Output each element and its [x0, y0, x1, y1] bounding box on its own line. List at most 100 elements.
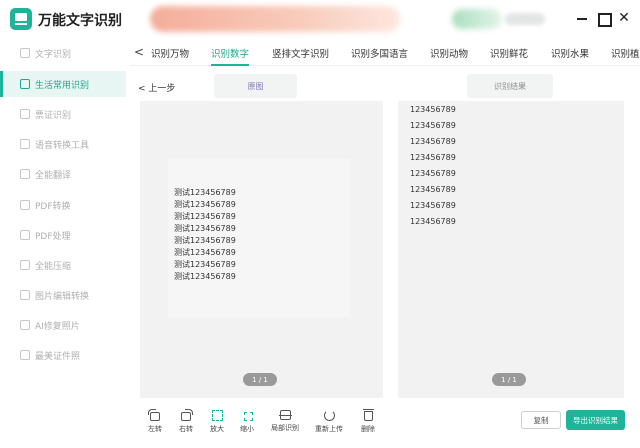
- result-panel[interactable]: 123456789 123456789 123456789 123456789 …: [398, 101, 624, 398]
- sidebar-item-label: 票证识别: [35, 110, 72, 121]
- text-recognition-icon: [20, 48, 30, 58]
- rotate-right-button[interactable]: 右转: [171, 409, 201, 434]
- sidebar-item-id-photo[interactable]: 最美证件照: [0, 342, 126, 368]
- result-page-indicator: 1 / 1: [492, 373, 526, 386]
- sidebar-item-label: 最美证件照: [35, 351, 81, 362]
- sidebar-item-label: 文字识别: [35, 49, 72, 60]
- document-line: 测试123456789: [174, 188, 236, 197]
- rotate-left-icon: [148, 409, 160, 421]
- result-line[interactable]: 123456789: [410, 185, 456, 194]
- result-line[interactable]: 123456789: [410, 217, 456, 226]
- maximize-icon[interactable]: [596, 11, 612, 27]
- user-info[interactable]: [505, 13, 545, 25]
- sidebar-item-voice-tools[interactable]: 语音转换工具: [0, 131, 126, 157]
- sidebar-item-label: 语音转换工具: [35, 140, 90, 151]
- ticket-icon: [20, 109, 30, 119]
- tab-recognize-plants[interactable]: 识别植: [611, 46, 640, 60]
- zoom-out-button[interactable]: 缩小: [232, 410, 262, 434]
- sidebar-item-label: 全能翻译: [35, 170, 72, 181]
- tool-label: 左转: [148, 425, 162, 433]
- export-results-button[interactable]: 导出识别结果: [566, 410, 625, 430]
- original-document-image: 测试123456789 测试123456789 测试123456789 测试12…: [168, 159, 350, 317]
- promo-banner[interactable]: [150, 6, 400, 32]
- result-line[interactable]: 123456789: [410, 121, 456, 130]
- tab-multi-language[interactable]: 识别多国语言: [351, 46, 408, 60]
- tool-label: 局部识别: [271, 424, 299, 432]
- original-image-panel[interactable]: 测试123456789 测试123456789 测试123456789 测试12…: [140, 101, 383, 398]
- tool-label: 放大: [210, 425, 224, 433]
- daily-recognition-icon: [20, 79, 30, 89]
- minimize-icon[interactable]: [575, 11, 589, 25]
- translate-icon: [20, 169, 30, 179]
- zoom-in-button[interactable]: 放大: [202, 410, 232, 434]
- sidebar-item-translate[interactable]: 全能翻译: [0, 161, 126, 187]
- tool-label: 右转: [179, 425, 193, 433]
- compress-icon: [20, 260, 30, 270]
- tool-label: 删除: [361, 425, 375, 433]
- document-line: 测试123456789: [174, 248, 236, 257]
- sidebar-item-ai-photo-repair[interactable]: AI修复照片: [0, 312, 126, 338]
- delete-button[interactable]: 删除: [353, 409, 383, 434]
- partial-recognize-icon: [278, 410, 292, 420]
- result-header: 识别结果: [467, 74, 553, 98]
- original-image-header: 原图: [214, 74, 297, 98]
- back-button[interactable]: < 上一步: [138, 81, 175, 94]
- rotate-right-icon: [181, 409, 193, 421]
- result-line[interactable]: 123456789: [410, 137, 456, 146]
- ai-repair-icon: [20, 320, 30, 330]
- tab-recognize-flowers[interactable]: 识别鲜花: [490, 46, 528, 60]
- result-line[interactable]: 123456789: [410, 201, 456, 210]
- tab-recognize-digits[interactable]: 识别数字: [211, 46, 249, 60]
- pdf-convert-icon: [20, 200, 30, 210]
- sidebar-item-image-edit[interactable]: 图片编辑转换: [0, 282, 126, 308]
- zoom-out-icon: [242, 410, 253, 421]
- result-line[interactable]: 123456789: [410, 105, 456, 114]
- tab-vertical-text[interactable]: 竖排文字识别: [272, 46, 329, 60]
- tab-recognize-fruits[interactable]: 识别水果: [551, 46, 589, 60]
- tool-label: 重新上传: [315, 425, 343, 433]
- tab-recognize-anything[interactable]: 识别万物: [151, 46, 189, 60]
- partial-recognize-button[interactable]: 局部识别: [270, 410, 300, 433]
- copy-button[interactable]: 复制: [521, 411, 561, 429]
- document-line: 测试123456789: [174, 236, 236, 245]
- id-photo-icon: [20, 350, 30, 360]
- tool-label: 缩小: [240, 425, 254, 433]
- zoom-in-icon: [211, 410, 223, 421]
- sidebar-item-label: 生活常用识别: [35, 80, 90, 91]
- close-icon[interactable]: ✕: [617, 11, 631, 25]
- sidebar-item-label: 全能压缩: [35, 261, 72, 272]
- user-badge[interactable]: [452, 9, 502, 29]
- document-line: 测试123456789: [174, 200, 236, 209]
- document-line: 测试123456789: [174, 260, 236, 269]
- sidebar-item-pdf-convert[interactable]: PDF转换: [0, 192, 126, 218]
- sidebar: 文字识别 生活常用识别 票证识别 语音转换工具 全能翻译 PDF转换 PDF处理…: [0, 38, 130, 448]
- title-bar: 万能文字识别 ✕: [0, 0, 640, 38]
- tab-scroll-left-icon[interactable]: <: [134, 45, 144, 59]
- sidebar-item-pdf-process[interactable]: PDF处理: [0, 222, 126, 248]
- rotate-left-button[interactable]: 左转: [140, 409, 170, 434]
- active-tab-indicator: [211, 64, 249, 66]
- result-line[interactable]: 123456789: [410, 169, 456, 178]
- tab-bar: < 识别万物 识别数字 竖排文字识别 识别多国语言 识别动物 识别鲜花 识别水果…: [130, 40, 640, 66]
- document-line: 测试123456789: [174, 212, 236, 221]
- pdf-process-icon: [20, 230, 30, 240]
- sidebar-item-label: PDF转换: [35, 201, 71, 212]
- sidebar-item-label: 图片编辑转换: [35, 291, 90, 302]
- document-line: 测试123456789: [174, 272, 236, 281]
- reupload-button[interactable]: 重新上传: [314, 410, 344, 434]
- result-line[interactable]: 123456789: [410, 153, 456, 162]
- document-line: 测试123456789: [174, 224, 236, 233]
- sidebar-item-text-recognition[interactable]: 文字识别: [0, 40, 126, 66]
- sidebar-item-label: PDF处理: [35, 231, 71, 242]
- sidebar-item-ticket-recognition[interactable]: 票证识别: [0, 101, 126, 127]
- sidebar-item-compress[interactable]: 全能压缩: [0, 252, 126, 278]
- voice-icon: [20, 139, 30, 149]
- reupload-icon: [323, 410, 335, 421]
- tab-recognize-animals[interactable]: 识别动物: [430, 46, 468, 60]
- image-edit-icon: [20, 290, 30, 300]
- app-logo-icon: [10, 8, 32, 30]
- sidebar-item-daily-recognition[interactable]: 生活常用识别: [0, 71, 126, 97]
- app-title: 万能文字识别: [38, 13, 122, 29]
- sidebar-item-label: AI修复照片: [35, 321, 80, 332]
- delete-icon: [362, 409, 374, 421]
